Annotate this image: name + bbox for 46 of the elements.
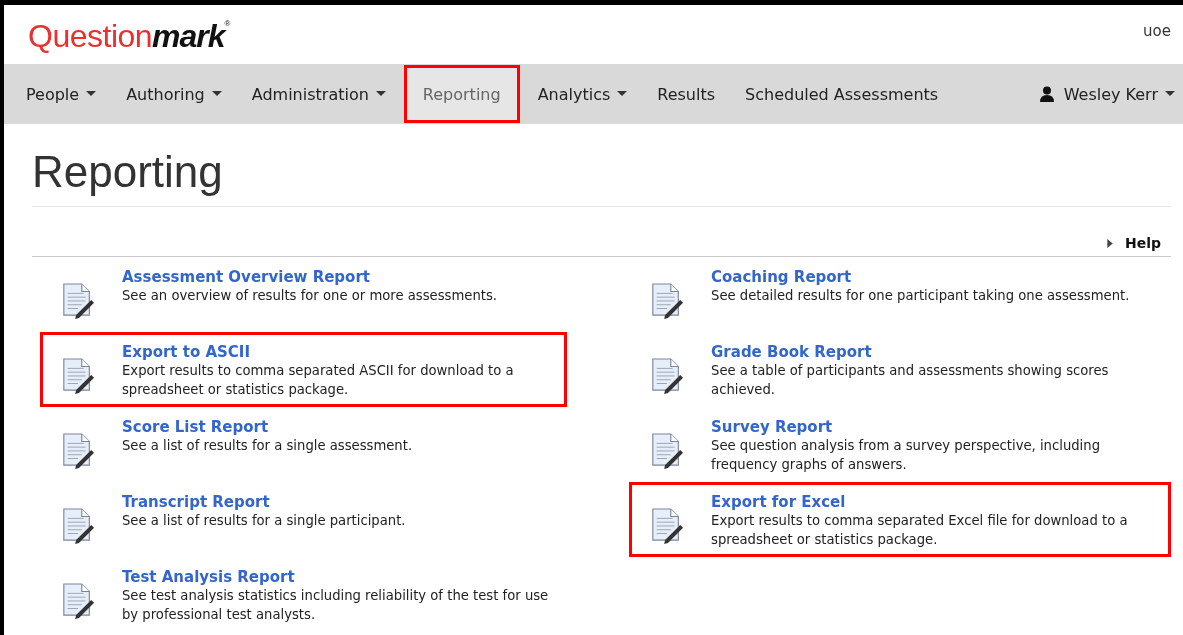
document-pencil-icon: [61, 505, 95, 545]
document-pencil-icon: [61, 355, 95, 395]
report-link[interactable]: Assessment Overview Report: [122, 268, 497, 286]
triangle-icon: [1106, 238, 1113, 248]
report-description: See an overview of results for one or more assessments.: [122, 287, 497, 305]
document-pencil-icon: [650, 355, 685, 395]
report-link[interactable]: Transcript Report: [122, 493, 406, 511]
caret-icon: [86, 91, 97, 97]
logo: Questionmark$^{®}$: [28, 19, 231, 52]
report-description: Export results to comma separated ASCII for download to a spreadsheet or statistics package.: [122, 362, 515, 399]
caret-icon: [375, 91, 386, 97]
caret-icon: [617, 91, 628, 97]
nav-item[interactable]: Administration: [239, 64, 398, 124]
report-description: See a table of participants and assessments showing scores achieved.: [711, 362, 1110, 399]
nav-item[interactable]: Scheduled Assessments: [733, 64, 951, 124]
document-pencil-icon: [650, 430, 685, 470]
report-link[interactable]: Export for Excel: [711, 493, 1168, 511]
nav-item[interactable]: Reporting: [403, 65, 520, 123]
report-description: Export results to comma separated Excel file for download to a spreadsheet or statistics package.: [711, 512, 1129, 549]
report-description: See detailed results for one participant taking one assessment.: [711, 287, 1130, 305]
document-pencil-icon: [61, 580, 95, 620]
nav-item[interactable]: Authoring: [114, 64, 234, 124]
user-menu[interactable]: Wesley Kerr: [1027, 64, 1183, 124]
report-link[interactable]: Coaching Report: [711, 268, 1130, 286]
report-link[interactable]: Score List Report: [122, 418, 413, 436]
report-description: See test analysis statistics including reliability of the test for use by professional test analysts.: [122, 587, 550, 624]
nav-item[interactable]: Analytics: [525, 64, 640, 124]
document-pencil-icon: [61, 280, 95, 320]
page-heading: Reporting: [32, 124, 1171, 207]
help-link[interactable]: Help: [1106, 233, 1161, 256]
report-description: See a list of results for a single participant.: [122, 512, 406, 530]
document-pencil-icon: [650, 280, 685, 320]
nav-item[interactable]: Results: [645, 64, 728, 124]
nav-item[interactable]: People: [14, 64, 109, 124]
report-link[interactable]: Grade Book Report: [711, 343, 1168, 361]
account-label: uoe: [1143, 21, 1171, 40]
report-link[interactable]: Test Analysis Report: [122, 568, 565, 586]
caret-icon: [211, 91, 222, 97]
document-pencil-icon: [61, 430, 95, 470]
report-link[interactable]: Export to ASCII: [122, 343, 565, 361]
report-description: See question analysis from a survey perspective, including frequency graphs of answers.: [711, 437, 1101, 474]
document-pencil-icon: [650, 505, 685, 545]
report-description: See a list of results for a single assessment.: [122, 437, 413, 455]
person-icon: [1039, 86, 1054, 102]
caret-icon: [1165, 91, 1175, 97]
report-link[interactable]: Survey Report: [711, 418, 1168, 436]
